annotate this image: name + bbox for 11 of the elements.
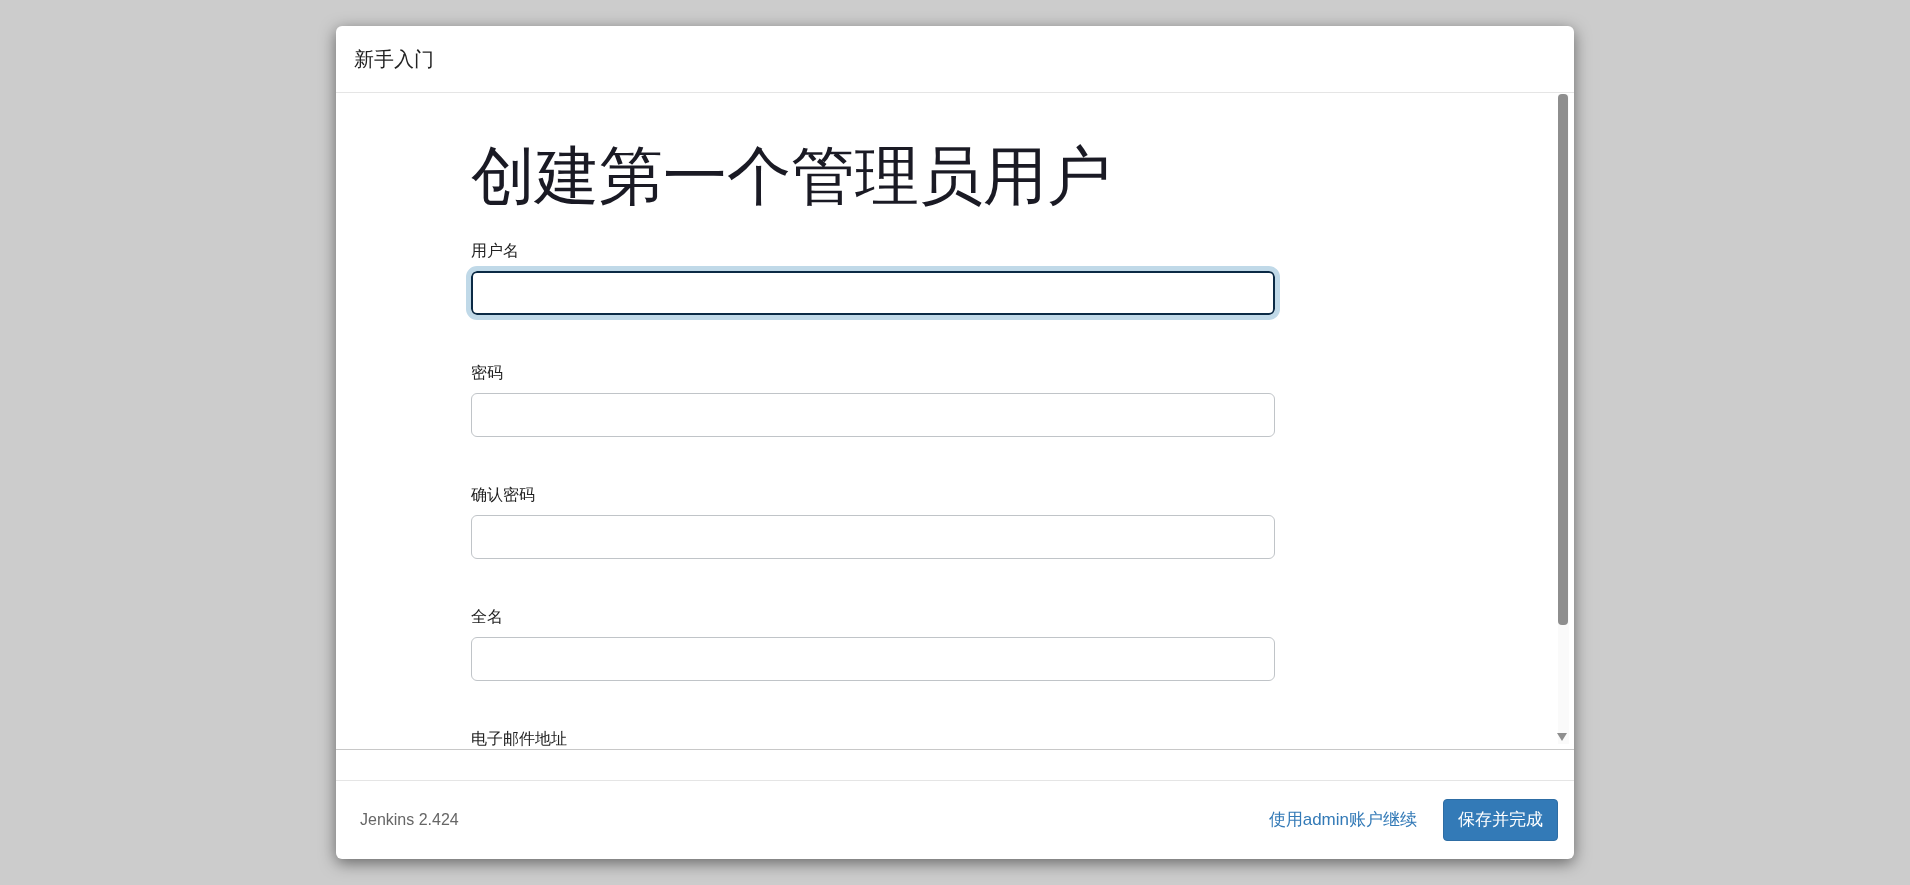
field-label: 电子邮件地址 bbox=[471, 729, 568, 749]
continue-as-admin-link[interactable]: 使用admin账户继续 bbox=[1268, 807, 1417, 833]
page-heading: 创建第一个管理员用户 bbox=[471, 141, 1112, 212]
scroll-down-icon[interactable] bbox=[1557, 733, 1567, 741]
field-label: 用户名 bbox=[471, 241, 520, 262]
save-and-finish-button[interactable]: 保存并完成 bbox=[1443, 799, 1558, 841]
dialog-title: 新手入门 bbox=[354, 47, 434, 72]
version-text: Jenkins 2.424 bbox=[360, 810, 459, 830]
field-label: 密码 bbox=[471, 363, 504, 384]
field-label: 确认密码 bbox=[471, 485, 536, 506]
field-label: 全名 bbox=[471, 607, 504, 628]
